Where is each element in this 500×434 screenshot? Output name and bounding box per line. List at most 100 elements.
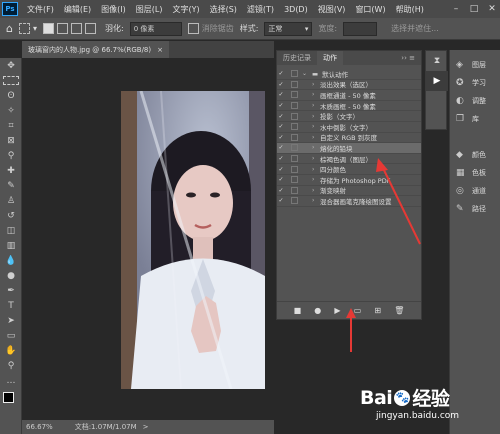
- toggle-checkbox[interactable]: ✓: [277, 187, 285, 194]
- tab-actions[interactable]: 动作: [317, 51, 343, 65]
- home-icon[interactable]: ⌂: [6, 22, 13, 35]
- dialog-toggle-box[interactable]: [291, 70, 298, 78]
- dock-item-channels[interactable]: ◎ 通道: [450, 182, 500, 200]
- menu-edit[interactable]: 编辑(E): [59, 4, 96, 15]
- maximize-button[interactable]: □: [466, 0, 482, 18]
- action-row[interactable]: ✓ › 自定义 RGB 到灰度: [277, 133, 421, 144]
- dialog-toggle-box[interactable]: [291, 165, 298, 173]
- tab-close-icon[interactable]: ×: [157, 46, 163, 54]
- pen-tool-icon[interactable]: ✒: [0, 283, 22, 298]
- toggle-checkbox[interactable]: ✓: [277, 134, 285, 141]
- action-row[interactable]: ✓ › 淡出效果（选区）: [277, 80, 421, 91]
- menu-select[interactable]: 选择(S): [205, 4, 242, 15]
- antialias-checkbox[interactable]: 消除锯齿: [187, 23, 234, 34]
- menu-image[interactable]: 图像(I): [96, 4, 131, 15]
- dialog-toggle-box[interactable]: [291, 112, 298, 120]
- menu-layer[interactable]: 图层(L): [131, 4, 168, 15]
- marquee-tool-icon[interactable]: [0, 73, 22, 88]
- menu-window[interactable]: 窗口(W): [350, 4, 390, 15]
- eraser-tool-icon[interactable]: ◫: [0, 223, 22, 238]
- zoom-level[interactable]: 66.67%: [26, 423, 53, 431]
- menu-3d[interactable]: 3D(D): [279, 5, 313, 14]
- panel-menu-icon[interactable]: ›› ≡: [395, 51, 421, 65]
- tab-history[interactable]: 历史记录: [277, 51, 317, 65]
- chevron-right-icon[interactable]: ›: [312, 166, 320, 173]
- toggle-checkbox[interactable]: ✓: [277, 197, 285, 204]
- chevron-right-icon[interactable]: ›: [312, 102, 320, 109]
- chevron-right-icon[interactable]: ›: [312, 155, 320, 162]
- dialog-toggle-box[interactable]: [291, 80, 298, 88]
- feather-input[interactable]: 0 像素: [129, 21, 182, 36]
- menu-help[interactable]: 帮助(H): [391, 4, 429, 15]
- action-row[interactable]: ✓ › 棕褐色调（图层）: [277, 154, 421, 165]
- dialog-toggle-box[interactable]: [291, 155, 298, 163]
- dock-item-layers[interactable]: ◈ 图层: [450, 56, 500, 74]
- history-panel-icon[interactable]: ⧗: [426, 51, 448, 71]
- action-row[interactable]: ✓ › 投影（文字）: [277, 111, 421, 122]
- select-mask-button[interactable]: 选择并遮住...: [391, 23, 439, 34]
- stop-button[interactable]: ■: [294, 306, 302, 315]
- marquee-tool-icon[interactable]: ▾: [18, 23, 37, 34]
- action-row[interactable]: ✓ › 存储为 Photoshop PDF: [277, 175, 421, 186]
- subtract-selection-icon[interactable]: [71, 23, 82, 34]
- dialog-toggle-box[interactable]: [291, 144, 298, 152]
- quick-select-tool-icon[interactable]: ✧: [0, 103, 22, 118]
- menu-file[interactable]: 文件(F): [22, 4, 59, 15]
- dock-item-paths[interactable]: ✎ 路径: [450, 200, 500, 218]
- more-tools-icon[interactable]: …: [0, 373, 22, 388]
- toggle-checkbox[interactable]: ✓: [277, 155, 285, 162]
- style-select[interactable]: 正常 ▾: [264, 21, 313, 36]
- document-image[interactable]: [121, 91, 265, 389]
- menu-type[interactable]: 文字(Y): [167, 4, 204, 15]
- minimize-button[interactable]: –: [448, 0, 464, 18]
- type-tool-icon[interactable]: T: [0, 298, 22, 313]
- action-row[interactable]: ✓ › 画框通道 - 50 像素: [277, 90, 421, 101]
- toggle-checkbox[interactable]: ✓: [277, 70, 285, 77]
- dock-item-adjust[interactable]: ◐ 调整: [450, 92, 500, 110]
- menu-view[interactable]: 视图(V): [313, 4, 351, 15]
- close-button[interactable]: ✕: [484, 0, 500, 18]
- selection-mode-group[interactable]: [43, 23, 99, 34]
- lasso-tool-icon[interactable]: ʘ: [0, 88, 22, 103]
- chevron-down-icon[interactable]: ⌄: [302, 70, 310, 77]
- hand-tool-icon[interactable]: ✋: [0, 343, 22, 358]
- shape-tool-icon[interactable]: ▭: [0, 328, 22, 343]
- menu-filter[interactable]: 滤镜(T): [242, 4, 279, 15]
- move-tool-icon[interactable]: ✥: [0, 58, 22, 73]
- toggle-checkbox[interactable]: ✓: [277, 102, 285, 109]
- dialog-toggle-box[interactable]: [291, 91, 298, 99]
- foreground-color[interactable]: [3, 392, 14, 403]
- dialog-toggle-box[interactable]: [291, 197, 298, 205]
- dock-item-color[interactable]: ◆ 颜色: [450, 146, 500, 164]
- dodge-tool-icon[interactable]: ●: [0, 268, 22, 283]
- path-select-tool-icon[interactable]: ➤: [0, 313, 22, 328]
- dock-item-swatches[interactable]: ▦ 色板: [450, 164, 500, 182]
- dialog-toggle-box[interactable]: [291, 102, 298, 110]
- new-action-button[interactable]: ⊞: [374, 306, 381, 315]
- document-tab[interactable]: 玻璃窗内的人物.jpg @ 66.7%(RGB/8) ×: [22, 41, 169, 58]
- action-row[interactable]: ✓ › 水中倒影（文字）: [277, 122, 421, 133]
- actions-panel-icon[interactable]: ▶: [426, 71, 448, 91]
- blur-tool-icon[interactable]: 💧: [0, 253, 22, 268]
- crop-tool-icon[interactable]: ⌗: [0, 118, 22, 133]
- gradient-tool-icon[interactable]: ▥: [0, 238, 22, 253]
- dialog-toggle-box[interactable]: [291, 123, 298, 131]
- dock-item-learn[interactable]: ✪ 学习: [450, 74, 500, 92]
- color-swatches[interactable]: [0, 388, 21, 414]
- dock-item-library[interactable]: ❐ 库: [450, 110, 500, 128]
- add-selection-icon[interactable]: [57, 23, 68, 34]
- chevron-right-icon[interactable]: ›: [312, 134, 320, 141]
- action-row[interactable]: ✓ › 混合器画笔克隆绘图设置: [277, 196, 421, 207]
- brush-tool-icon[interactable]: ✎: [0, 178, 22, 193]
- play-button[interactable]: ▶: [334, 306, 340, 315]
- frame-tool-icon[interactable]: ⊠: [0, 133, 22, 148]
- record-button[interactable]: ●: [314, 306, 321, 315]
- eyedropper-tool-icon[interactable]: ⚲: [0, 148, 22, 163]
- status-arrow-icon[interactable]: >: [143, 423, 149, 431]
- chevron-right-icon[interactable]: ›: [312, 91, 320, 98]
- width-input[interactable]: [343, 21, 378, 36]
- dialog-toggle-box[interactable]: [291, 186, 298, 194]
- toggle-checkbox[interactable]: ✓: [277, 123, 285, 130]
- toggle-checkbox[interactable]: ✓: [277, 91, 285, 98]
- action-row[interactable]: ✓ › 渐变映射: [277, 186, 421, 197]
